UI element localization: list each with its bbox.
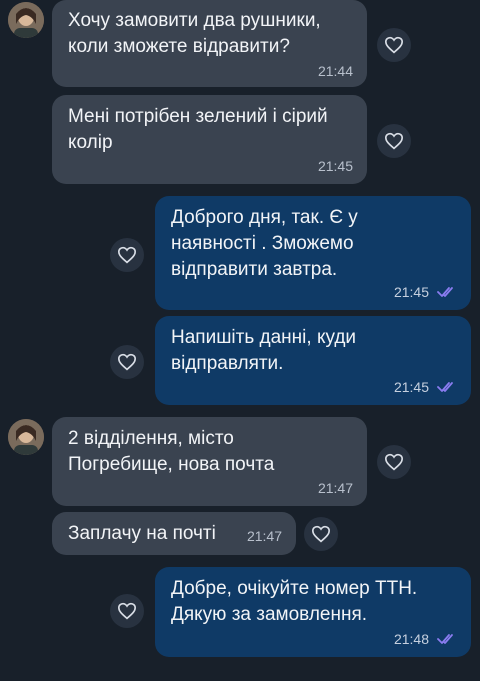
react-button[interactable] (110, 238, 144, 272)
message-text: Мені потрібен зелений і сірий колір (68, 106, 328, 153)
heart-icon (117, 246, 137, 264)
message-time: 21:48 (393, 631, 429, 647)
message-text: Напишіть данні, куди відправляти. (171, 327, 357, 374)
avatar[interactable] (8, 419, 44, 455)
react-button[interactable] (110, 345, 144, 379)
message-time: 21:45 (393, 284, 429, 300)
heart-icon (117, 602, 137, 620)
heart-icon (384, 453, 404, 471)
heart-icon (311, 525, 331, 543)
react-button[interactable] (110, 594, 144, 628)
message-bubble-incoming[interactable]: Хочу замовити два рушники, коли зможете … (52, 0, 367, 87)
react-button[interactable] (377, 124, 411, 158)
message-time: 21:47 (317, 480, 353, 496)
heart-icon (384, 132, 404, 150)
avatar[interactable] (8, 2, 44, 38)
message-bubble-outgoing[interactable]: Доброго дня, так. Є у наявності . Зможем… (155, 196, 471, 310)
message-bubble-incoming[interactable]: Заплачу на почті 21:47 (52, 512, 296, 555)
message-bubble-incoming[interactable]: 2 відділення, місто Погребище, нова почт… (52, 417, 367, 506)
heart-icon (384, 36, 404, 54)
message-text: Добре, очікуйте номер ТТН. Дякую за замо… (171, 578, 418, 625)
message-text: Заплачу на почті (68, 523, 216, 544)
message-text: Доброго дня, так. Є у наявності . Зможем… (171, 207, 358, 280)
heart-icon (117, 353, 137, 371)
react-button[interactable] (377, 28, 411, 62)
chat-view: Хочу замовити два рушники, коли зможете … (0, 0, 480, 681)
message-time: 21:47 (246, 528, 282, 544)
message-bubble-outgoing[interactable]: Напишіть данні, куди відправляти. 21:45 (155, 316, 471, 405)
react-button[interactable] (377, 445, 411, 479)
message-time: 21:44 (317, 63, 353, 79)
message-time: 21:45 (393, 379, 429, 395)
double-check-icon (437, 287, 453, 297)
double-check-icon (437, 382, 453, 392)
double-check-icon (437, 634, 453, 644)
message-time: 21:45 (317, 158, 353, 174)
message-text: Хочу замовити два рушники, коли зможете … (68, 10, 321, 57)
message-text: 2 відділення, місто Погребище, нова почт… (68, 428, 275, 475)
message-bubble-outgoing[interactable]: Добре, очікуйте номер ТТН. Дякую за замо… (155, 567, 471, 657)
react-button[interactable] (304, 517, 338, 551)
message-bubble-incoming[interactable]: Мені потрібен зелений і сірий колір 21:4… (52, 95, 367, 184)
